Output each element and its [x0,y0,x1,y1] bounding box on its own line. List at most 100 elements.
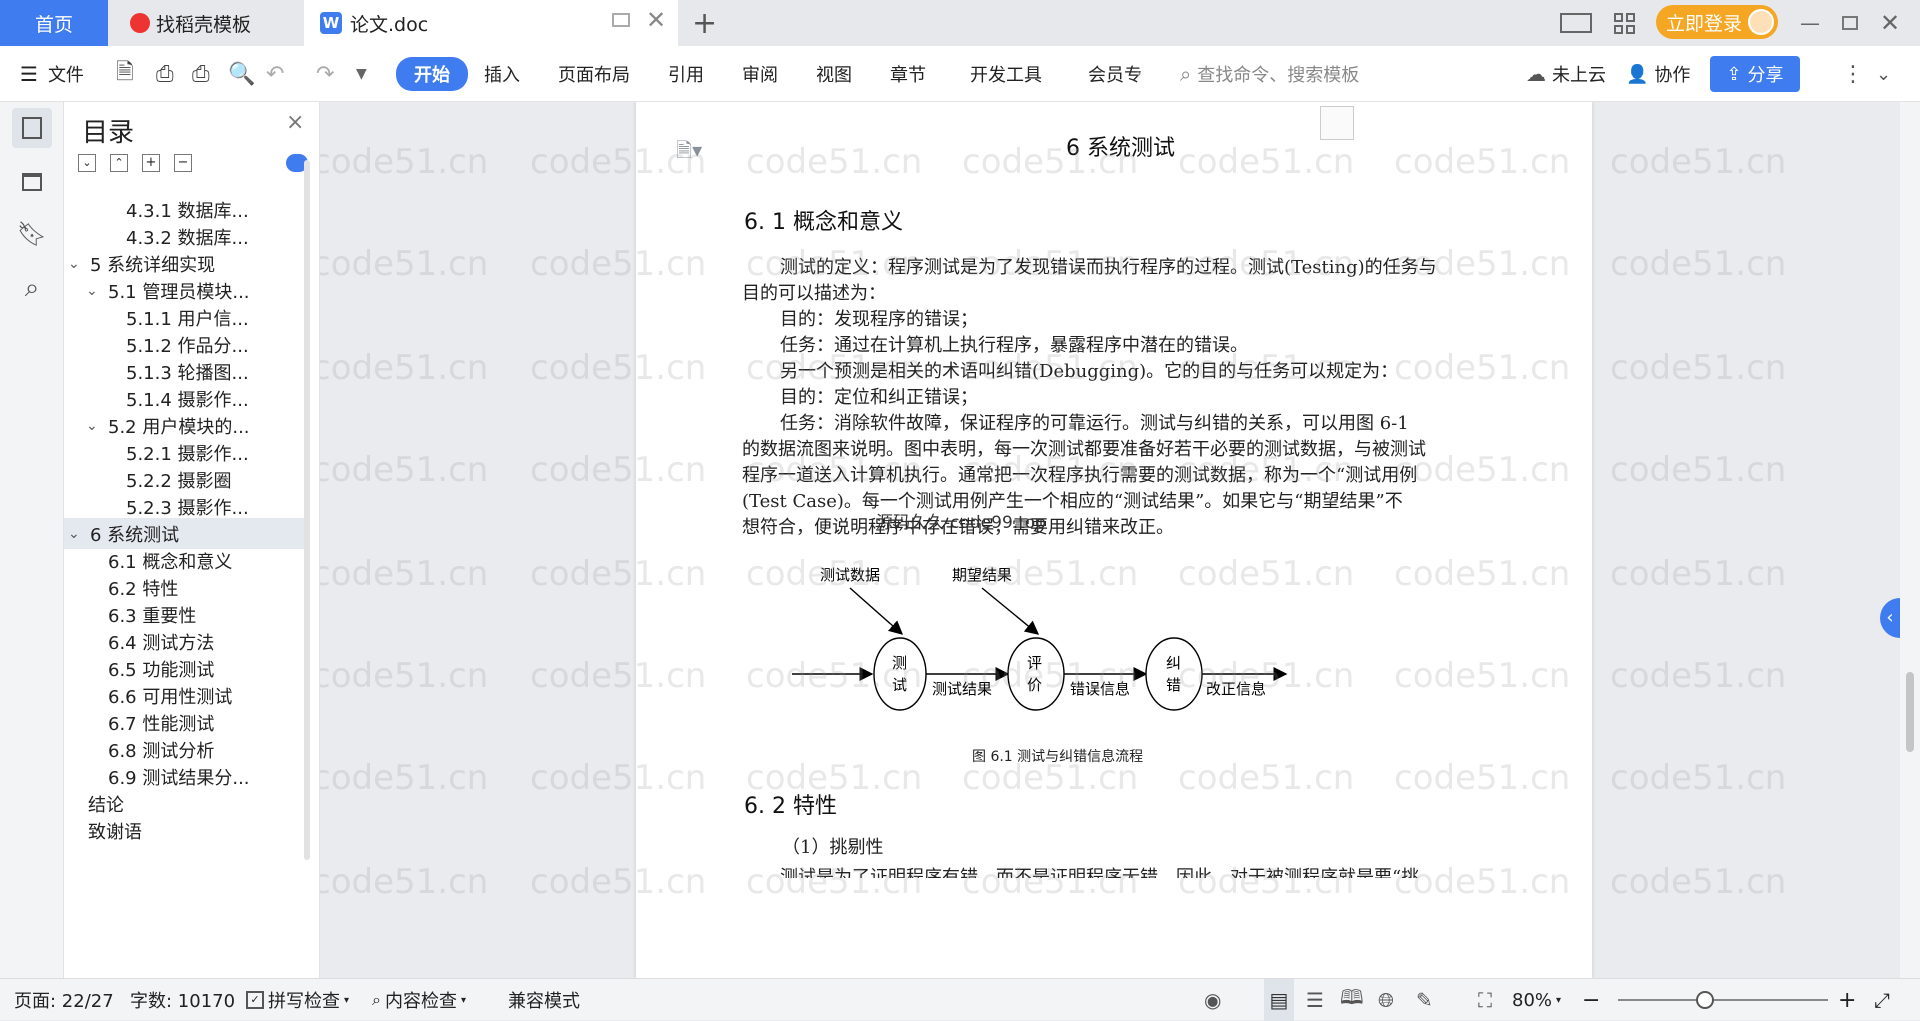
content-check[interactable]: ⌕ 内容检查 ▾ [372,979,466,1021]
word-count[interactable]: 字数: 10170 [130,979,235,1021]
vertical-scrollbar[interactable] [1900,102,1920,978]
new-tab-button[interactable]: + [692,0,722,46]
chevron-down-icon[interactable]: ⌄ [68,526,90,542]
toc-item-label: 6.9 测试结果分... [108,767,250,789]
bookmark-icon[interactable]: 🔖︎ [12,214,52,254]
paragraph-line-cut[interactable]: 测试是为了证明程序有错，而不是证明程序无错。因此，对于被测程序就是要“挑 [636,862,1592,878]
page-view-icon[interactable]: ▤ [1264,979,1294,1021]
command-search[interactable]: ⌕ 查找命令、搜索模板 [1180,46,1359,102]
file-label: 文件 [47,65,84,86]
toc-item-label: 5.2.1 摄影作... [126,443,249,465]
toc-item-label: 6.7 性能测试 [108,713,215,735]
web-view-icon[interactable]: 🌐︎ [1378,979,1394,1021]
page-format-icon[interactable]: 🗎▾ [676,136,702,170]
hamburger-icon: ☰ [20,62,38,86]
section-heading-6-1[interactable]: 6. 1 概念和意义 [744,204,903,236]
share-button[interactable]: ⇪ 分享 [1710,56,1800,92]
command-search-placeholder: 查找命令、搜索模板 [1197,65,1360,86]
ribbon-tab-layout[interactable]: 页面布局 [558,46,630,102]
spell-check[interactable]: ✓ 拼写检查 ▾ [246,979,349,1021]
close-tab-icon[interactable]: ✕ [646,6,666,34]
page-count[interactable]: 页面: 22/27 [14,979,114,1021]
ribbon-tab-view[interactable]: 视图 [816,46,852,102]
ribbon-tab-developer[interactable]: 开发工具 [970,46,1042,102]
ribbon-tab-references[interactable]: 引用 [668,46,704,102]
window-mode-icon[interactable] [612,13,630,27]
minimize-icon[interactable]: — [1800,0,1820,46]
export-pdf-icon[interactable]: ⎙ [156,46,174,102]
figure-caption[interactable]: 图 6.1 测试与纠错信息流程 [972,746,1143,766]
search-icon: ⌕ [1180,62,1192,86]
apps-grid-icon[interactable] [1614,0,1644,46]
eye-protection-icon[interactable]: ◉ [1204,979,1221,1021]
ribbon-tab-start[interactable]: 开始 [396,46,468,102]
chevron-down-icon[interactable]: ⌄ [68,256,90,272]
print-icon[interactable]: ⎙ [192,46,210,102]
toc-item-label: 6.6 可用性测试 [108,686,233,708]
ribbon-tab-insert[interactable]: 插入 [484,46,520,102]
toc-panel-icon[interactable] [12,108,52,148]
tab-home[interactable]: 首页 [0,0,108,46]
quick-access-dropdown-icon[interactable]: ▼ [356,46,367,102]
print-preview-icon[interactable]: 🔍 [228,46,255,102]
collaborate-button[interactable]: 👤 协作 [1626,46,1690,102]
watermark-text: code51.cn [1610,244,1787,284]
outline-view-icon[interactable]: ☰ [1306,979,1324,1021]
find-icon[interactable]: ⌕ [12,268,52,308]
zoom-level[interactable]: 80% ▾ [1512,979,1561,1021]
chevron-down-icon[interactable]: ⌄ [86,418,108,434]
fit-page-icon[interactable]: ⛶ [1478,979,1492,1021]
filter-icon[interactable] [1320,106,1354,140]
share-label: 分享 [1747,65,1784,86]
ribbon-tab-review[interactable]: 审阅 [742,46,778,102]
close-window-icon[interactable]: ✕ [1880,0,1900,46]
toc-scrollbar[interactable] [304,160,310,860]
dropdown-arrow-icon: ▾ [460,994,466,1006]
chevron-down-icon[interactable]: ⌄ [86,283,108,299]
list-item-heading[interactable]: （1）挑剔性 [636,832,1592,864]
zoom-slider-thumb[interactable] [1696,991,1714,1009]
content-check-label: 内容检查 [384,991,457,1012]
chapter-title[interactable]: 6 系统测试 [1066,130,1175,162]
zoom-in-icon[interactable]: + [1838,979,1856,1021]
redo-icon[interactable]: ↷ [316,46,334,102]
reading-layout-icon[interactable] [1560,0,1598,46]
tab-templates[interactable]: 找稻壳模板 [112,0,302,46]
toc-item-label: 5.2.3 摄影作... [126,497,249,519]
left-nav-rail: 🔖︎ ⌕ [0,102,64,978]
section-heading-6-2[interactable]: 6. 2 特性 [744,788,837,820]
scroll-thumb[interactable] [1906,672,1914,752]
cloud-status[interactable]: ☁ 未上云 [1526,46,1606,102]
toc-item-label: 5.2.2 摄影圈 [126,470,232,492]
toc-item-label: 4.3.2 数据库... [126,227,249,249]
zoom-slider[interactable] [1618,979,1828,1021]
close-toc-icon[interactable]: × [286,110,304,135]
watermark-text: code51.cn [1610,758,1787,798]
toc-item-label: 6.4 测试方法 [108,632,215,654]
chapter-nav-icon[interactable] [12,162,52,202]
watermark-text: code51.cn [1610,450,1787,490]
side-panel-toggle-icon[interactable]: ‹ [1880,598,1900,638]
zoom-out-icon[interactable]: − [1582,979,1600,1021]
watermark-text: code51.cn [320,862,489,902]
file-menu[interactable]: ☰ 文件 [20,46,84,102]
diagram-input-test-data: 测试数据 [820,566,880,584]
save-icon[interactable]: 🗎 [116,46,134,102]
ribbon-more-icon[interactable]: › [1136,46,1142,102]
reading-view-icon[interactable]: 🕮 [1340,979,1364,1021]
tab-document[interactable]: W 论文.doc ✕ [304,0,678,46]
restore-icon[interactable] [1842,0,1858,46]
undo-icon[interactable]: ↶ [266,46,284,102]
paragraph-line[interactable]: 想符合，便说明程序中存在错误，需要用纠错来改正。 [636,512,1592,544]
collapse-ribbon-icon[interactable]: ⌄ [1876,46,1891,102]
toc-item-label: 5.1.4 摄影作... [126,389,249,411]
toc-item[interactable]: 致谢语 [64,815,304,846]
ribbon-tab-member[interactable]: 会员专 [1088,46,1142,102]
write-mode-icon[interactable]: ✎ [1416,979,1433,1021]
fullscreen-icon[interactable]: ⤢ [1874,979,1890,1021]
ribbon-tab-chapter[interactable]: 章节 [890,46,926,102]
more-options-icon[interactable]: ⋮ [1842,46,1864,102]
test-debug-flow-diagram[interactable]: 测试数据 期望结果 测 试 测试结果 评 价 错误信息 纠 错 改正信息 [786,542,1306,722]
login-button[interactable]: 立即登录 [1656,5,1778,39]
node-evaluate [1007,637,1065,711]
